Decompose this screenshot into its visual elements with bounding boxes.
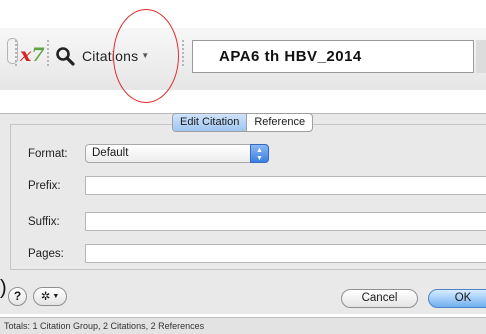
- gear-menu-button[interactable]: ✲ ▼: [33, 287, 67, 306]
- cancel-button[interactable]: Cancel: [341, 289, 418, 308]
- tab-edit-citation[interactable]: Edit Citation: [173, 114, 248, 131]
- annotation-circle: [113, 9, 179, 103]
- cropped-glyph: ): [0, 277, 7, 299]
- status-bar: Totals: 1 Citation Group, 2 Citations, 2…: [0, 317, 486, 334]
- suffix-label: Suffix:: [28, 216, 60, 228]
- style-field-scroll-button[interactable]: [476, 40, 486, 73]
- format-value: Default: [92, 147, 129, 159]
- format-select[interactable]: Default ▲ ▼: [85, 144, 269, 163]
- tab-bar: Edit Citation Reference: [172, 113, 314, 132]
- magnifier-icon[interactable]: [55, 46, 75, 66]
- pages-label: Pages:: [28, 248, 64, 260]
- toolbar-separator: [47, 40, 49, 66]
- tab-reference[interactable]: Reference: [247, 114, 312, 131]
- toolbar-separator: [182, 40, 184, 66]
- chevron-down-icon: ▼: [52, 293, 60, 300]
- select-stepper-icon: ▲ ▼: [250, 144, 269, 163]
- format-label: Format:: [28, 148, 68, 160]
- output-style-name: APA6 th HBV_2014: [219, 48, 362, 65]
- gear-icon: ✲: [40, 291, 51, 303]
- pages-input[interactable]: [85, 244, 486, 263]
- output-style-field[interactable]: APA6 th HBV_2014: [192, 40, 474, 73]
- ok-button[interactable]: OK: [428, 289, 486, 308]
- toolbar-separator: [15, 40, 17, 66]
- x7-endnote-icon[interactable]: x7: [20, 38, 46, 72]
- prefix-label: Prefix:: [28, 180, 61, 192]
- help-button[interactable]: ?: [8, 287, 27, 306]
- suffix-input[interactable]: [85, 212, 486, 231]
- prefix-input[interactable]: [85, 176, 486, 195]
